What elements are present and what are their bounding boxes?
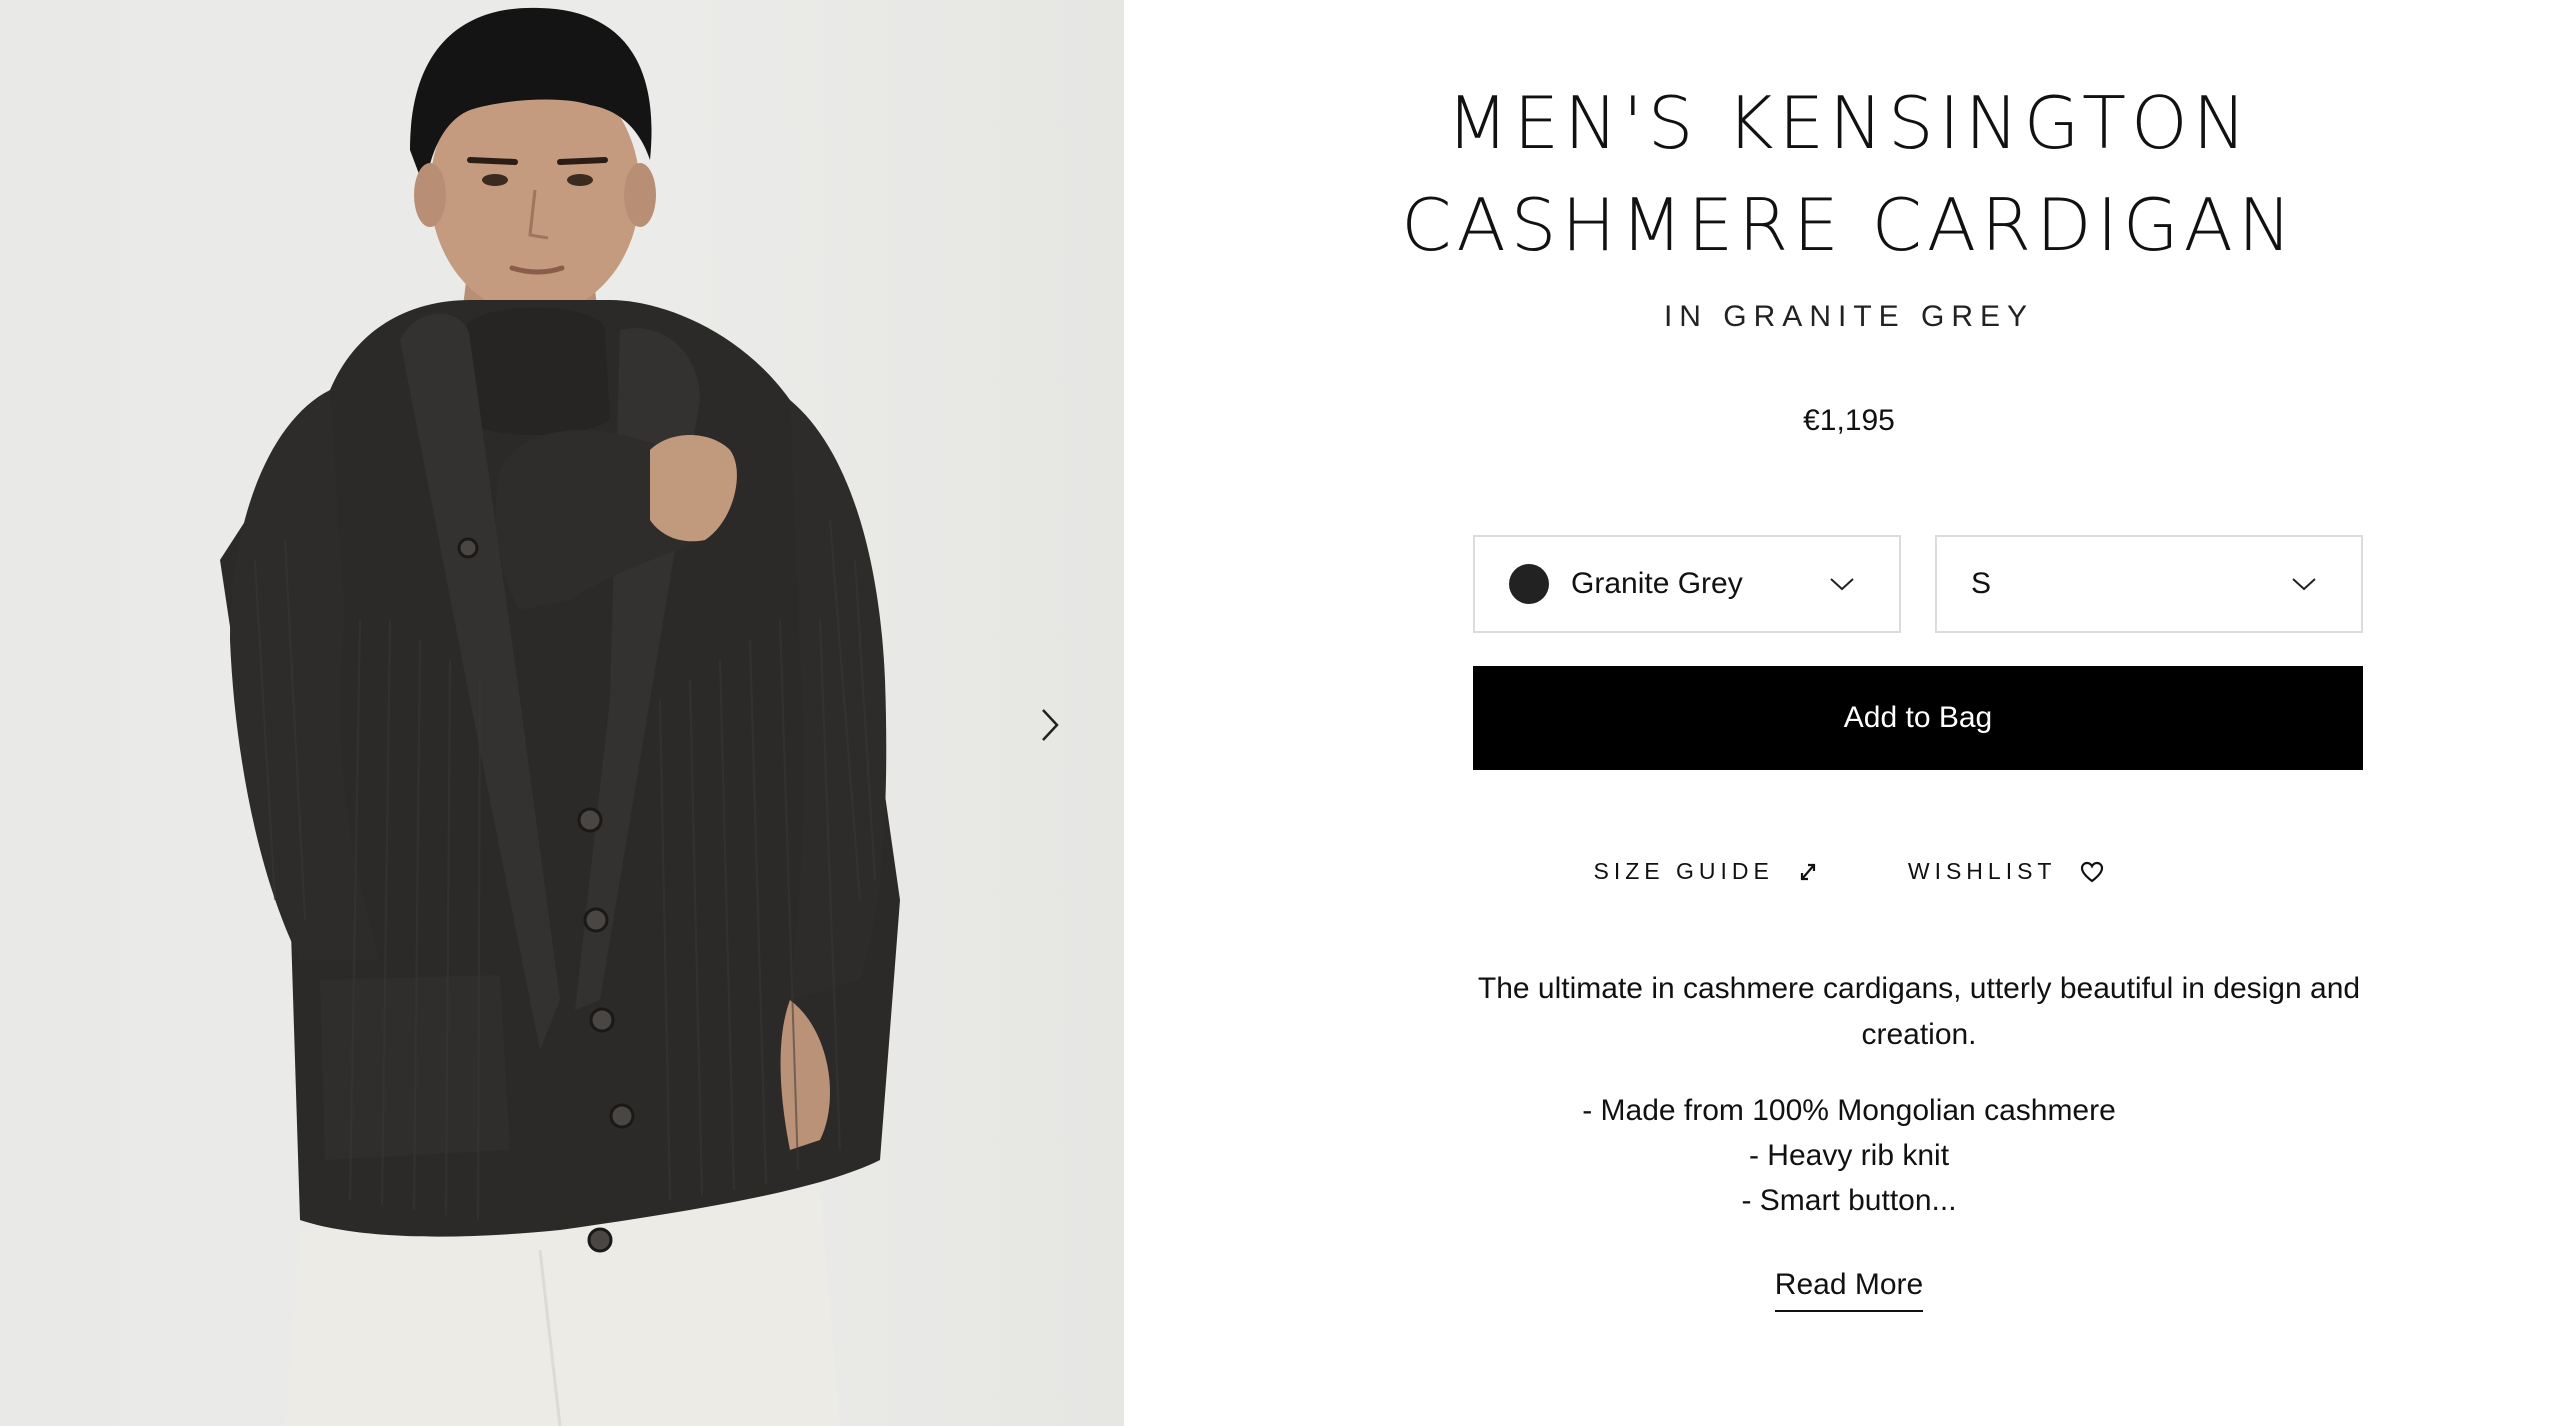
feature-item: - Heavy rib knit [1748, 1139, 1950, 1172]
chevron-down-icon [1830, 578, 1854, 591]
product-title-line2: CASHMERE CARDIGAN [1401, 183, 2297, 267]
heart-icon [2081, 861, 2104, 882]
size-guide-link[interactable]: SIZE GUIDE [1594, 858, 1818, 885]
product-details-panel: MEN'S KENSINGTON CASHMERE CARDIGAN IN GR… [1124, 0, 2574, 1426]
product-title-line1: MEN'S KENSINGTON [1446, 81, 2252, 165]
product-feature-list: - Made from 100% Mongolian cashmere - He… [1124, 1088, 2574, 1223]
colour-select-value: Granite Grey [1571, 567, 1743, 600]
product-description: The ultimate in cashmere cardigans, utte… [1477, 972, 2361, 1051]
wishlist-label: WISHLIST [1907, 858, 2057, 884]
chevron-right-icon [1042, 709, 1059, 741]
product-title: MEN'S KENSINGTON CASHMERE CARDIGAN [1124, 72, 2574, 276]
add-to-bag-button[interactable]: Add to Bag [1473, 666, 2363, 770]
size-select[interactable]: S [1935, 535, 2363, 633]
read-more-container: Read More [1124, 1268, 2574, 1312]
gallery-next-button[interactable] [1040, 708, 1084, 752]
product-colour-subtitle: IN GRANITE GREY [1663, 300, 2035, 333]
read-more-link[interactable]: Read More [1774, 1268, 1924, 1312]
product-price: €1,195 [1803, 404, 1895, 437]
feature-item: - Smart button... [1741, 1184, 1957, 1217]
resize-arrows-icon [1800, 863, 1815, 880]
model-wearing-cardigan-illustration [220, 7, 900, 1426]
colour-select[interactable]: Granite Grey [1473, 535, 1901, 633]
colour-swatch [1509, 564, 1549, 604]
product-action-links: SIZE GUIDE WISHLIST [1124, 858, 2574, 885]
product-image [0, 0, 1124, 1426]
feature-item: - Made from 100% Mongolian cashmere [1582, 1094, 2116, 1127]
wishlist-link[interactable]: WISHLIST [1908, 858, 2105, 885]
size-guide-label: SIZE GUIDE [1593, 858, 1774, 884]
size-select-value: S [1971, 567, 1992, 600]
chevron-down-icon [2292, 578, 2316, 591]
